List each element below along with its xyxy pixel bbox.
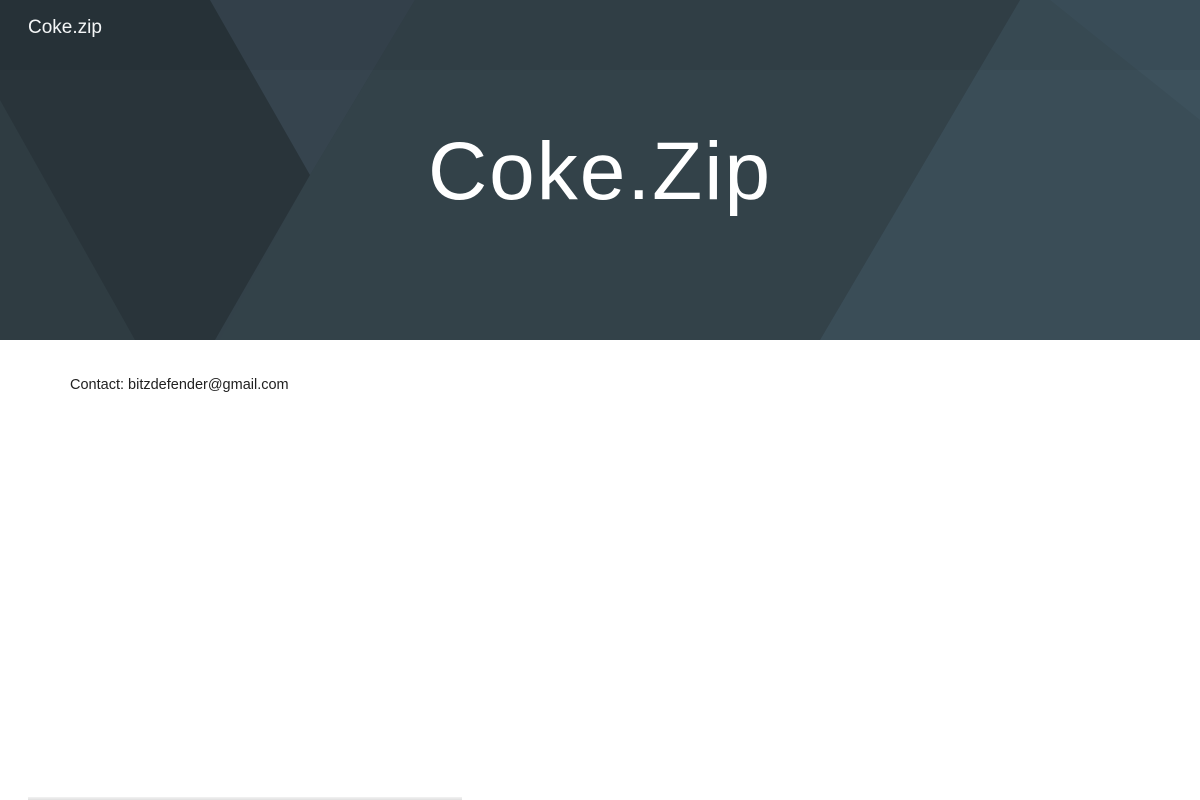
- hero-top-shade: [0, 0, 1200, 70]
- contact-email-link[interactable]: bitzdefender@gmail.com: [128, 377, 289, 393]
- contact-label: Contact:: [70, 377, 129, 393]
- hero-title: Coke.Zip: [427, 126, 773, 217]
- main-content: Contact: bitzdefender@gmail.com: [70, 374, 1130, 396]
- hero-banner: Coke.zip Coke.Zip: [0, 0, 1200, 340]
- page: Coke.zip Coke.Zip Contact: bitzdefender@…: [0, 0, 1200, 800]
- site-title-link[interactable]: Coke.zip: [28, 16, 102, 40]
